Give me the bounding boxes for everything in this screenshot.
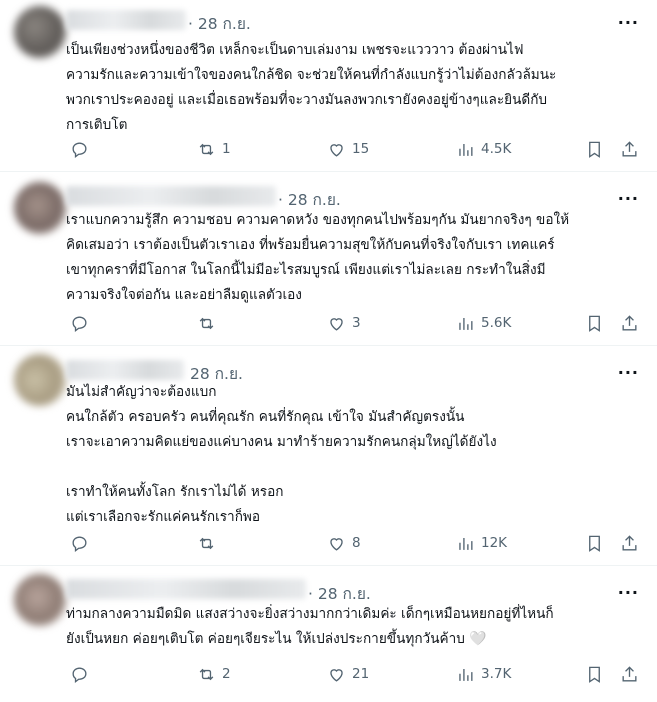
bookmark-icon bbox=[589, 666, 600, 683]
share-icon bbox=[622, 140, 637, 157]
tweet[interactable]: · 28 ก.ย. ··· ท่ามกลางความมืดมิด แสงสว่า… bbox=[0, 566, 657, 702]
bookmark-button[interactable] bbox=[585, 530, 604, 556]
share-button[interactable] bbox=[620, 136, 639, 162]
retweet-count: 2 bbox=[222, 666, 231, 682]
author-name-blurred[interactable] bbox=[66, 10, 186, 30]
retweet-button[interactable] bbox=[197, 530, 222, 556]
bookmark-button[interactable] bbox=[585, 661, 604, 687]
reply-icon bbox=[72, 666, 87, 683]
retweet-button[interactable]: 2 bbox=[197, 661, 231, 687]
bookmark-icon bbox=[589, 535, 600, 552]
tweet[interactable]: 28 ก.ย. ··· มันไม่สำคัญว่าจะต้องแบก คนใก… bbox=[0, 346, 657, 566]
like-button[interactable]: 15 bbox=[327, 136, 369, 162]
like-icon bbox=[330, 537, 343, 551]
more-icon[interactable]: ··· bbox=[618, 15, 639, 31]
like-button[interactable]: 3 bbox=[327, 310, 361, 336]
like-count: 21 bbox=[352, 666, 370, 682]
author-name-blurred[interactable] bbox=[66, 579, 306, 599]
retweet-icon bbox=[199, 317, 214, 329]
views-icon bbox=[459, 537, 473, 550]
author-name-blurred[interactable] bbox=[66, 186, 276, 206]
avatar[interactable] bbox=[14, 6, 66, 58]
tweet-text: เป็นเพียงช่วงหนึ่งของชีวิต เหล็กจะเป็นดา… bbox=[66, 42, 557, 133]
reply-button[interactable] bbox=[70, 530, 95, 556]
share-icon bbox=[622, 665, 637, 682]
author-name-blurred[interactable] bbox=[66, 360, 184, 380]
like-icon bbox=[330, 143, 343, 157]
tweet-actions: 3 5.6K bbox=[0, 310, 657, 336]
reply-button[interactable] bbox=[70, 661, 95, 687]
avatar[interactable] bbox=[14, 574, 66, 626]
like-count: 15 bbox=[352, 141, 370, 157]
like-count: 3 bbox=[352, 315, 361, 331]
views-button[interactable]: 12K bbox=[456, 530, 507, 556]
tweet-date[interactable]: · 28 ก.ย. bbox=[188, 11, 251, 36]
share-button[interactable] bbox=[620, 661, 639, 687]
like-icon bbox=[330, 317, 343, 331]
view-count: 3.7K bbox=[481, 666, 512, 682]
bookmark-icon bbox=[589, 315, 600, 332]
tweet-text: เราแบกความรู้สึก ความชอบ ความคาดหวัง ของ… bbox=[66, 212, 570, 303]
bookmark-icon bbox=[589, 141, 600, 158]
bookmark-button[interactable] bbox=[585, 136, 604, 162]
like-icon bbox=[330, 668, 343, 682]
more-icon[interactable]: ··· bbox=[618, 365, 639, 381]
tweet-feed: · 28 ก.ย. ··· เป็นเพียงช่วงหนึ่งของชีวิต… bbox=[0, 0, 657, 702]
views-icon bbox=[459, 143, 473, 156]
view-count: 4.5K bbox=[481, 141, 512, 157]
tweet-text: มันไม่สำคัญว่าจะต้องแบก คนใกล้ตัว ครอบคร… bbox=[66, 384, 497, 525]
reply-icon bbox=[72, 535, 87, 552]
tweet-actions: 1 15 4.5K bbox=[0, 136, 657, 162]
views-button[interactable]: 4.5K bbox=[456, 136, 511, 162]
more-icon[interactable]: ··· bbox=[618, 585, 639, 601]
retweet-icon bbox=[199, 537, 214, 549]
white-heart-emoji: 🤍 bbox=[469, 631, 487, 647]
like-button[interactable]: 8 bbox=[327, 530, 361, 556]
views-button[interactable]: 5.6K bbox=[456, 310, 511, 336]
reply-button[interactable] bbox=[70, 310, 95, 336]
reply-icon bbox=[72, 141, 87, 158]
reply-button[interactable] bbox=[70, 136, 95, 162]
views-icon bbox=[459, 668, 473, 681]
tweet[interactable]: · 28 ก.ย. ··· เราแบกความรู้สึก ความชอบ ค… bbox=[0, 172, 657, 346]
share-button[interactable] bbox=[620, 530, 639, 556]
tweet-text: ท่ามกลางความมืดมิด แสงสว่างจะยิ่งสว่างมา… bbox=[66, 602, 637, 652]
views-button[interactable]: 3.7K bbox=[456, 661, 511, 687]
more-icon[interactable]: ··· bbox=[618, 191, 639, 207]
share-icon bbox=[622, 314, 637, 331]
retweet-count: 1 bbox=[222, 141, 231, 157]
retweet-button[interactable] bbox=[197, 310, 222, 336]
share-button[interactable] bbox=[620, 310, 639, 336]
avatar[interactable] bbox=[14, 354, 66, 406]
retweet-icon bbox=[199, 143, 214, 155]
share-icon bbox=[622, 534, 637, 551]
tweet[interactable]: · 28 ก.ย. ··· เป็นเพียงช่วงหนึ่งของชีวิต… bbox=[0, 0, 657, 172]
like-button[interactable]: 21 bbox=[327, 661, 369, 687]
bookmark-button[interactable] bbox=[585, 310, 604, 336]
views-icon bbox=[459, 317, 473, 330]
view-count: 5.6K bbox=[481, 315, 512, 331]
like-count: 8 bbox=[352, 535, 361, 551]
retweet-icon bbox=[199, 668, 214, 680]
tweet-actions: 2 21 3.7K bbox=[0, 661, 657, 687]
retweet-button[interactable]: 1 bbox=[197, 136, 231, 162]
view-count: 12K bbox=[481, 535, 508, 551]
avatar[interactable] bbox=[14, 182, 66, 234]
reply-icon bbox=[72, 315, 87, 332]
tweet-actions: 8 12K bbox=[0, 530, 657, 556]
